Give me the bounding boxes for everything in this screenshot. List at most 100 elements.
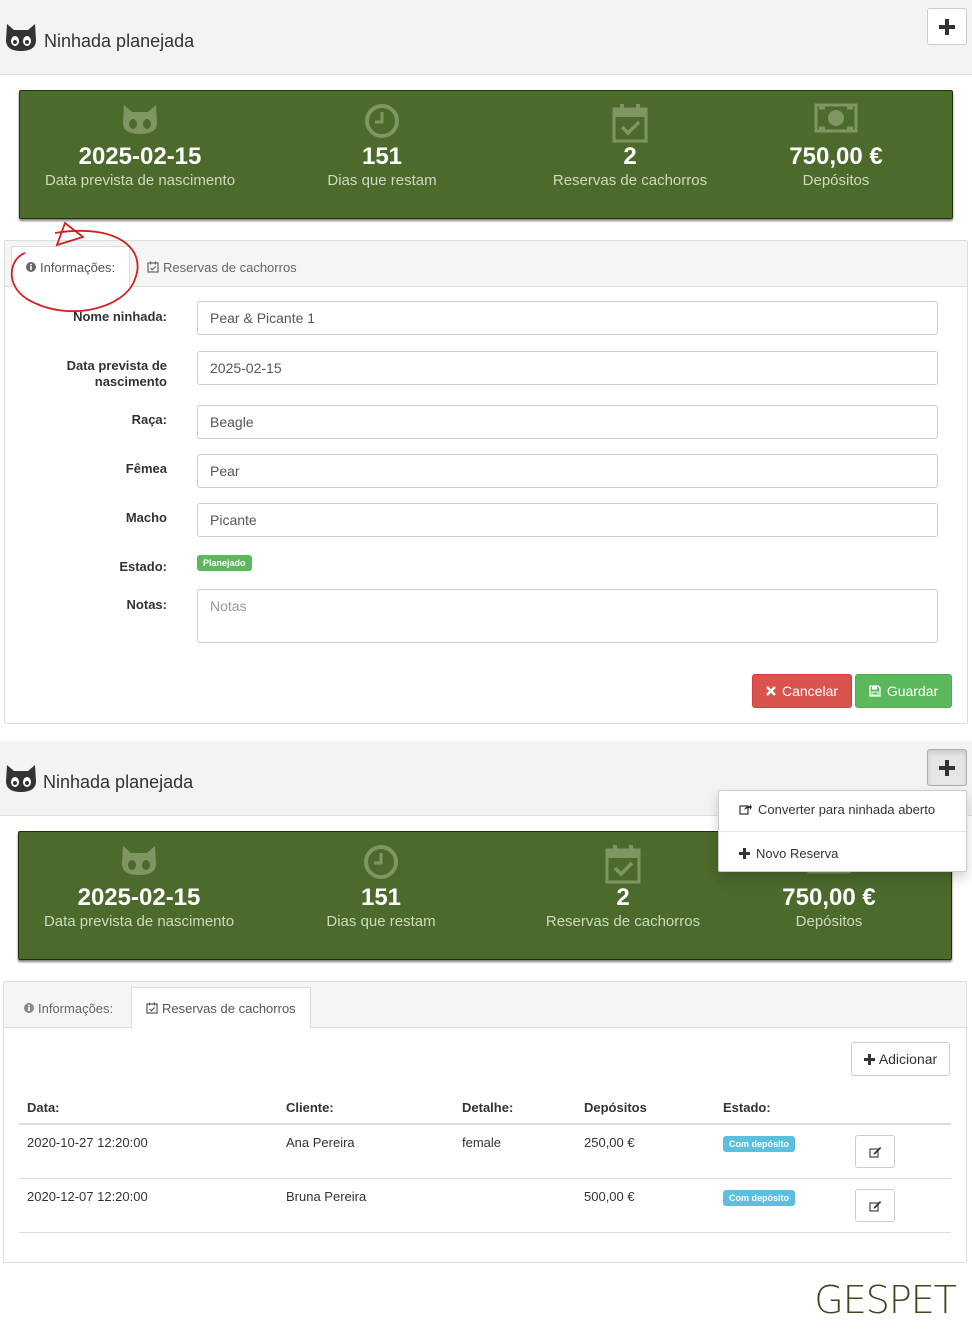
- cat-icon: [122, 846, 156, 875]
- cat-logo-icon: [6, 765, 36, 792]
- table-row: 2020-12-07 12:20:00 Bruna Pereira 500,00…: [19, 1178, 951, 1233]
- calendar-check-icon: [147, 261, 159, 273]
- stat-label: Dias que restam: [327, 172, 437, 189]
- info-icon: [24, 1003, 34, 1013]
- col-client: Cliente:: [278, 1090, 454, 1125]
- plus-icon: [863, 1053, 875, 1065]
- col-actions: [847, 1090, 951, 1125]
- stat-value: 2: [616, 884, 630, 911]
- cell-actions: [847, 1178, 951, 1233]
- tab-bar: Informações: Reservas de cachorros: [4, 982, 966, 1029]
- money-icon: [814, 103, 858, 133]
- cell-date: 2020-10-27 12:20:00: [19, 1124, 278, 1179]
- birth-date-input[interactable]: 2025-02-15: [197, 351, 938, 385]
- status-badge: Com depósito: [723, 1136, 795, 1152]
- stat-label: Depósitos: [795, 913, 863, 930]
- female-label: Fêmea: [125, 461, 167, 476]
- tab-bar: Informações: Reservas de cachorros: [5, 241, 967, 288]
- stat-label: Data prevista de nascimento: [43, 913, 235, 930]
- stat-label: Reservas de cachorros: [552, 172, 708, 189]
- tab-info[interactable]: Informações:: [10, 987, 127, 1029]
- menu-item-convert-open[interactable]: Converter para ninhada aberto: [719, 792, 966, 826]
- add-reservation-label: Adicionar: [878, 1051, 938, 1067]
- table-header-row: Data: Cliente: Detalhe: Depósitos Estado…: [19, 1090, 951, 1125]
- birth-date-label: Data prevista de nascimento: [27, 358, 167, 390]
- litter-name-label: Nome ninhada:: [73, 309, 167, 324]
- tab-reservations-label: Reservas de cachorros: [163, 259, 297, 275]
- cell-detail: [454, 1178, 576, 1233]
- actions-plus-button[interactable]: [927, 749, 967, 786]
- cell-state: Com depósito: [715, 1178, 847, 1233]
- page-header: Ninhada planejada: [0, 0, 972, 75]
- notes-label: Notas:: [126, 597, 167, 612]
- stat-value: 151: [360, 884, 402, 911]
- tab-info-label: Informações:: [38, 1000, 114, 1016]
- plus-icon: [739, 847, 750, 859]
- notes-textarea[interactable]: Notas: [197, 589, 938, 643]
- cell-date: 2020-12-07 12:20:00: [19, 1178, 278, 1233]
- menu-item-convert-label: Converter para ninhada aberto: [758, 801, 936, 817]
- tab-reservations[interactable]: Reservas de cachorros: [131, 987, 311, 1029]
- page-title: Ninhada planejada: [44, 31, 195, 51]
- close-icon: [766, 686, 776, 696]
- stat-value: 2025-02-15: [78, 143, 202, 170]
- edit-icon: [868, 1200, 881, 1212]
- litter-panel-info: Ninhada planejada 2025-02-15 Data previs…: [0, 0, 972, 724]
- status-badge: Com depósito: [723, 1190, 795, 1206]
- cancel-button[interactable]: Cancelar: [752, 674, 852, 708]
- menu-item-new-reservation[interactable]: Novo Reserva: [719, 836, 966, 870]
- floppy-disk-icon: [869, 685, 881, 697]
- gespet-logo: GESPET: [814, 1278, 957, 1322]
- female-input[interactable]: Pear: [197, 454, 938, 488]
- litter-stats-banner: 2025-02-15 Data prevista de nascimento 1…: [19, 90, 953, 219]
- male-input[interactable]: Picante: [197, 503, 938, 537]
- status-badge-planned: Planejado: [197, 555, 252, 571]
- cell-actions: [847, 1124, 951, 1179]
- cell-deposit: 500,00 €: [576, 1178, 715, 1233]
- male-label: Macho: [125, 510, 167, 525]
- save-label: Guardar: [886, 683, 939, 699]
- stat-label: Data prevista de nascimento: [44, 172, 236, 189]
- stat-value: 2025-02-15: [77, 884, 201, 911]
- reservations-table: Data: Cliente: Detalhe: Depósitos Estado…: [19, 1090, 951, 1233]
- birth-date-label-line2: nascimento: [94, 374, 167, 389]
- col-detail: Detalhe:: [454, 1090, 576, 1125]
- tab-reservations-label: Reservas de cachorros: [162, 1000, 296, 1016]
- tab-reservations[interactable]: Reservas de cachorros: [133, 246, 311, 288]
- col-deposits: Depósitos: [576, 1090, 715, 1125]
- breed-input[interactable]: Beagle: [197, 405, 938, 439]
- calendar-check-icon: [612, 104, 648, 143]
- col-date: Data:: [19, 1090, 278, 1125]
- stat-label: Reservas de cachorros: [545, 913, 701, 930]
- edit-button[interactable]: [855, 1135, 895, 1168]
- calendar-check-icon: [605, 845, 641, 884]
- breed-label: Raça:: [131, 412, 167, 427]
- clock-icon: [365, 104, 399, 138]
- cancel-label: Cancelar: [781, 683, 839, 699]
- save-button[interactable]: Guardar: [855, 674, 952, 708]
- stat-value: 151: [361, 143, 403, 170]
- stat-value: 750,00 €: [782, 884, 876, 911]
- litter-name-input[interactable]: Pear & Picante 1: [197, 301, 938, 335]
- stat-label: Dias que restam: [326, 913, 436, 930]
- table-row: 2020-10-27 12:20:00 Ana Pereira female 2…: [19, 1124, 951, 1179]
- actions-dropdown-menu: Converter para ninhada aberto Novo Reser…: [718, 790, 967, 872]
- cell-state: Com depósito: [715, 1124, 847, 1179]
- clock-icon: [364, 845, 398, 879]
- stat-value: 750,00 €: [789, 143, 883, 170]
- actions-plus-button[interactable]: [927, 8, 967, 45]
- page-title: Ninhada planejada: [43, 772, 194, 792]
- stat-label: Depósitos: [802, 172, 870, 189]
- add-reservation-button[interactable]: Adicionar: [851, 1042, 950, 1076]
- state-label: Estado:: [119, 559, 167, 574]
- menu-divider: [719, 831, 966, 832]
- share-icon: [739, 804, 752, 815]
- stat-value: 2: [623, 143, 637, 170]
- cat-icon: [123, 105, 157, 134]
- reservations-tab-panel: Informações: Reservas de cachorros Adici…: [3, 981, 967, 1263]
- edit-button[interactable]: [855, 1189, 895, 1222]
- cell-deposit: 250,00 €: [576, 1124, 715, 1179]
- cell-client: Ana Pereira: [278, 1124, 454, 1179]
- cell-detail: female: [454, 1124, 576, 1179]
- menu-item-new-reservation-label: Novo Reserva: [756, 845, 839, 861]
